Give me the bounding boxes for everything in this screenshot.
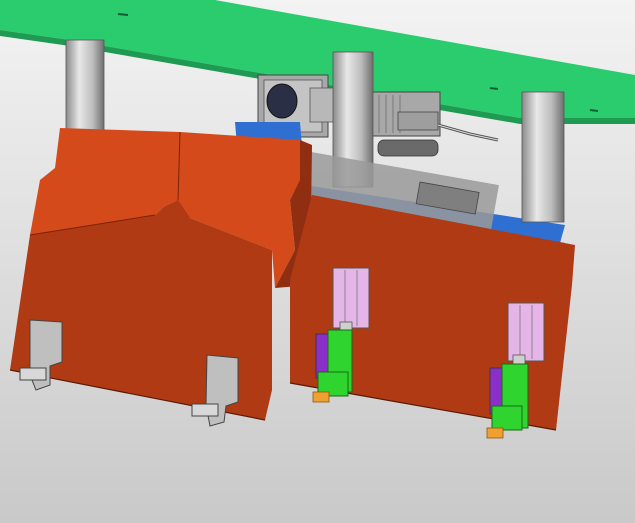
support-column-right (521, 91, 565, 223)
orange-housing-left (9, 128, 312, 421)
cad-viewport[interactable] (0, 0, 635, 523)
cad-scene (0, 0, 635, 523)
support-column-left (65, 39, 105, 141)
